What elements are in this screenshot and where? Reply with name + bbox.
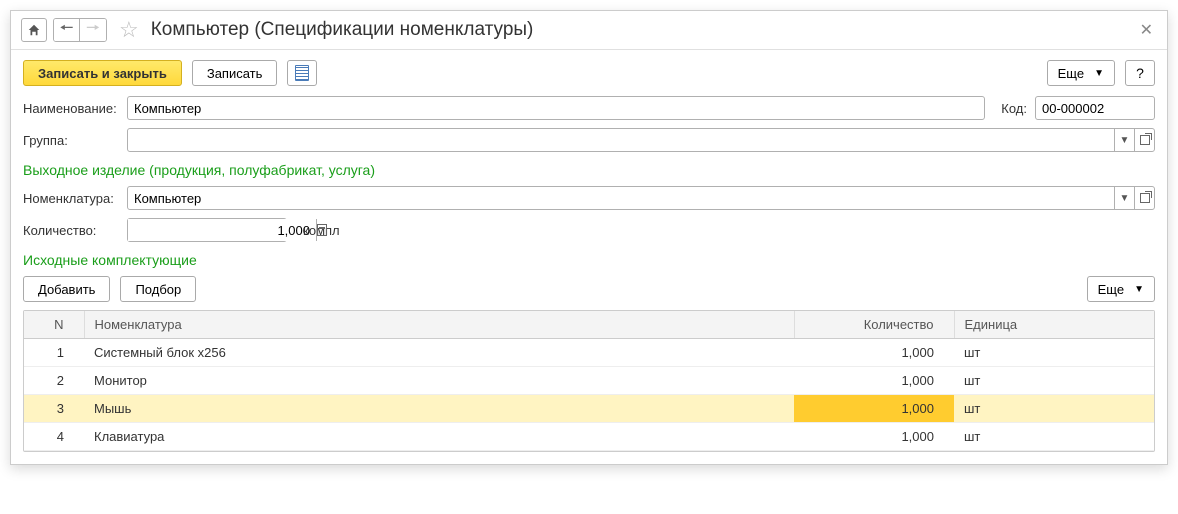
- group-label: Группа:: [23, 133, 119, 148]
- close-button[interactable]: ✕: [1136, 20, 1157, 40]
- cell-n: 3: [24, 395, 84, 423]
- home-button[interactable]: [21, 18, 47, 42]
- form-area: Наименование: Код: Группа: ▼ Выходное из…: [11, 96, 1167, 464]
- cell-quantity: 1,000: [794, 423, 954, 451]
- column-quantity[interactable]: Количество: [794, 311, 954, 339]
- name-input[interactable]: [127, 96, 985, 120]
- code-label: Код:: [1001, 101, 1027, 116]
- components-more-label: Еще: [1098, 282, 1124, 297]
- save-button[interactable]: Записать: [192, 60, 278, 86]
- cell-quantity: 1,000: [794, 395, 954, 423]
- components-table: N Номенклатура Количество Единица 1Систе…: [24, 311, 1154, 451]
- quantity-input-group: [127, 218, 287, 242]
- cell-quantity: 1,000: [794, 367, 954, 395]
- back-button[interactable]: 🠔: [54, 19, 80, 41]
- forward-button[interactable]: 🠖: [80, 19, 106, 41]
- components-toolbar: Добавить Подбор Еще ▼: [23, 276, 1155, 302]
- table-row[interactable]: 1Системный блок x2561,000шт: [24, 339, 1154, 367]
- nomenclature-open-button[interactable]: [1134, 187, 1154, 209]
- cell-unit: шт: [954, 339, 1154, 367]
- nomenclature-dropdown-button[interactable]: ▼: [1114, 187, 1134, 209]
- more-label: Еще: [1058, 66, 1084, 81]
- table-row[interactable]: 2Монитор1,000шт: [24, 367, 1154, 395]
- help-button[interactable]: ?: [1125, 60, 1155, 86]
- cell-n: 4: [24, 423, 84, 451]
- report-button[interactable]: [287, 60, 317, 86]
- components-table-wrap: N Номенклатура Количество Единица 1Систе…: [23, 310, 1155, 452]
- chevron-down-icon: ▼: [1134, 284, 1144, 295]
- name-label: Наименование:: [23, 101, 119, 116]
- cell-nomenclature: Мышь: [84, 395, 794, 423]
- nomenclature-input-group: ▼: [127, 186, 1155, 210]
- main-toolbar: Записать и закрыть Записать Еще ▼ ?: [11, 50, 1167, 96]
- cell-quantity: 1,000: [794, 339, 954, 367]
- window: 🠔 🠖 ☆ Компьютер (Спецификации номенклату…: [10, 10, 1168, 465]
- name-row: Наименование: Код:: [23, 96, 1155, 120]
- chevron-down-icon: ▼: [1094, 68, 1104, 79]
- output-section-header: Выходное изделие (продукция, полуфабрика…: [23, 162, 1155, 178]
- nomenclature-row: Номенклатура: ▼: [23, 186, 1155, 210]
- components-section-header: Исходные комплектующие: [23, 252, 1155, 268]
- calculator-icon: [317, 224, 327, 236]
- nomenclature-label: Номенклатура:: [23, 191, 119, 206]
- titlebar: 🠔 🠖 ☆ Компьютер (Спецификации номенклату…: [11, 11, 1167, 50]
- window-title: Компьютер (Спецификации номенклатуры): [151, 19, 1130, 41]
- nav-back-forward: 🠔 🠖: [53, 18, 107, 42]
- document-icon: [295, 65, 309, 81]
- quantity-input[interactable]: [128, 219, 316, 241]
- quantity-row: Количество: компл: [23, 218, 1155, 242]
- cell-unit: шт: [954, 423, 1154, 451]
- cell-unit: шт: [954, 395, 1154, 423]
- open-icon: [1140, 135, 1150, 145]
- group-open-button[interactable]: [1134, 129, 1154, 151]
- components-more-button[interactable]: Еще ▼: [1087, 276, 1155, 302]
- table-header-row: N Номенклатура Количество Единица: [24, 311, 1154, 339]
- column-n[interactable]: N: [24, 311, 84, 339]
- open-icon: [1140, 193, 1150, 203]
- group-input-group: ▼: [127, 128, 1155, 152]
- column-nomenclature[interactable]: Номенклатура: [84, 311, 794, 339]
- column-unit[interactable]: Единица: [954, 311, 1154, 339]
- group-row: Группа: ▼: [23, 128, 1155, 152]
- cell-nomenclature: Клавиатура: [84, 423, 794, 451]
- table-row[interactable]: 4Клавиатура1,000шт: [24, 423, 1154, 451]
- favorite-star-icon[interactable]: ☆: [119, 17, 139, 43]
- cell-nomenclature: Монитор: [84, 367, 794, 395]
- save-and-close-button[interactable]: Записать и закрыть: [23, 60, 182, 86]
- select-button[interactable]: Подбор: [120, 276, 196, 302]
- cell-n: 2: [24, 367, 84, 395]
- more-button[interactable]: Еще ▼: [1047, 60, 1115, 86]
- quantity-label: Количество:: [23, 223, 119, 238]
- cell-unit: шт: [954, 367, 1154, 395]
- group-dropdown-button[interactable]: ▼: [1114, 129, 1134, 151]
- cell-nomenclature: Системный блок x256: [84, 339, 794, 367]
- code-input[interactable]: [1035, 96, 1155, 120]
- add-button[interactable]: Добавить: [23, 276, 110, 302]
- table-row[interactable]: 3Мышь1,000шт: [24, 395, 1154, 423]
- group-input[interactable]: [128, 129, 1114, 151]
- cell-n: 1: [24, 339, 84, 367]
- nomenclature-input[interactable]: [128, 187, 1114, 209]
